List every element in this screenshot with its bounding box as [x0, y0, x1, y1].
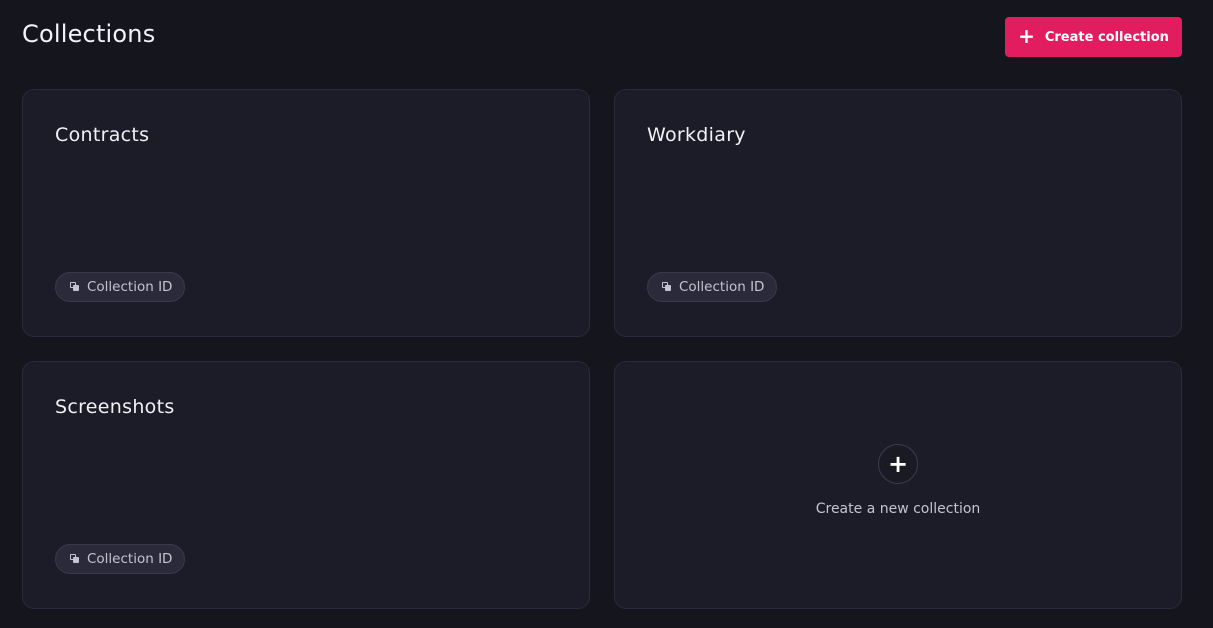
collection-id-label: Collection ID [87, 279, 173, 295]
page-header: Collections + Create collection [22, 17, 1182, 57]
collections-grid: Contracts Collection ID Workdiary Collec… [22, 89, 1182, 609]
plus-icon: + [1018, 24, 1035, 48]
collection-id-label: Collection ID [679, 279, 765, 295]
page-title: Collections [22, 20, 156, 48]
collection-title: Screenshots [55, 396, 175, 418]
collection-card-contracts[interactable]: Contracts Collection ID [22, 89, 590, 337]
copy-icon [70, 554, 80, 564]
copy-icon [70, 282, 80, 292]
plus-icon[interactable]: + [878, 443, 918, 484]
create-new-collection-card[interactable]: + Create a new collection [614, 361, 1182, 609]
copy-icon [662, 282, 672, 292]
create-collection-button[interactable]: + Create collection [1005, 17, 1182, 57]
create-collection-label: Create collection [1044, 29, 1169, 45]
collection-id-chip[interactable]: Collection ID [55, 544, 186, 574]
collection-title: Workdiary [647, 124, 746, 146]
collection-id-label: Collection ID [87, 551, 173, 567]
collection-card-workdiary[interactable]: Workdiary Collection ID [614, 89, 1182, 337]
collection-id-chip[interactable]: Collection ID [55, 272, 186, 302]
collection-card-screenshots[interactable]: Screenshots Collection ID [22, 361, 590, 609]
collection-id-chip[interactable]: Collection ID [647, 272, 778, 302]
create-new-collection-label: Create a new collection [815, 500, 981, 517]
collection-title: Contracts [55, 124, 150, 146]
